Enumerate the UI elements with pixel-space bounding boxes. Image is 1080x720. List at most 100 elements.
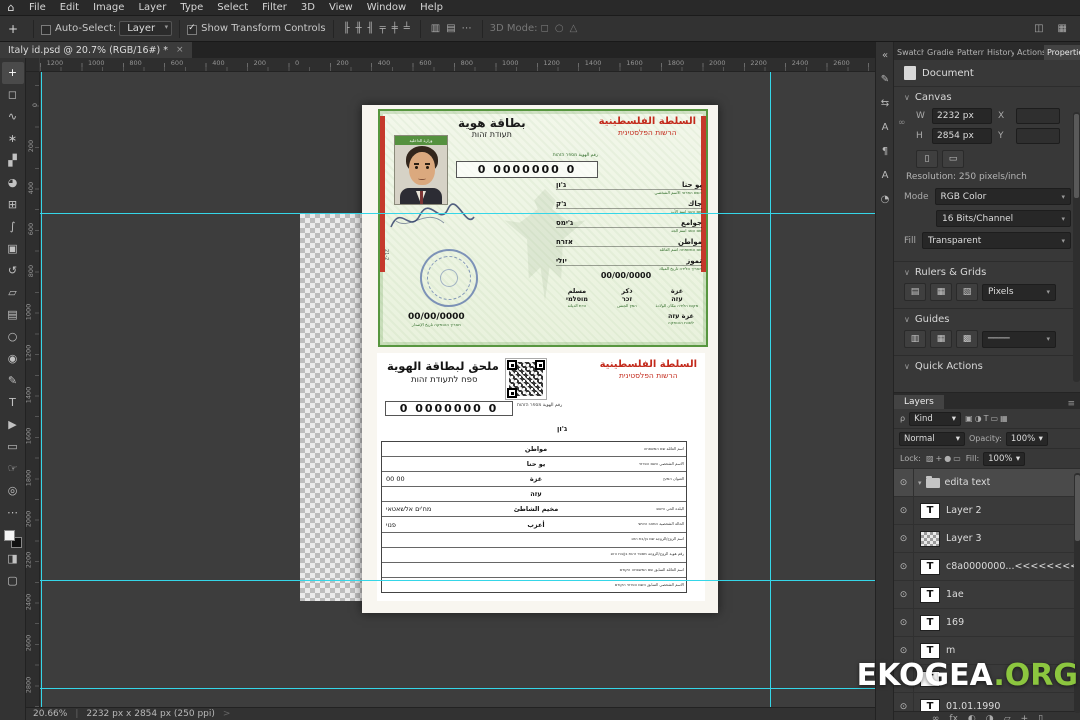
layer-visibility-eye-icon[interactable]: ⊙ [894, 469, 914, 496]
more-options-icon[interactable]: ⋯ [459, 23, 475, 34]
workspace-icon[interactable]: ▦ [1055, 23, 1070, 34]
menu-image[interactable]: Image [86, 0, 131, 15]
mode-dropdown[interactable]: RGB Color ▾ [934, 188, 1071, 205]
guide-horizontal-bottom[interactable] [40, 688, 875, 689]
layers-bottom-icon[interactable]: ◑ [986, 712, 994, 720]
layers-bottom-icon[interactable]: ∞ [932, 712, 940, 720]
distribute-icon[interactable]: ▤ [443, 23, 458, 34]
layer-visibility-eye-icon[interactable]: ⊙ [894, 581, 914, 608]
guide-vertical-left[interactable] [41, 72, 42, 707]
panel-tab-gradients[interactable]: Gradients [924, 45, 954, 60]
lock-icon[interactable]: + [935, 454, 944, 463]
menu-filter[interactable]: Filter [255, 0, 294, 15]
align-icon[interactable]: ╪ [389, 23, 401, 34]
layer-filter-icon[interactable]: ▣ [964, 414, 974, 423]
vertical-ruler[interactable]: 0 200 400 600 800 1000 1200 1400 1600 1800 2000 220… [26, 72, 40, 707]
menu-layer[interactable]: Layer [131, 0, 173, 15]
align-icon[interactable]: ╫ [353, 23, 365, 34]
canvas-section-header[interactable]: Canvas [915, 92, 952, 103]
guides-section-header[interactable]: Guides [915, 314, 950, 325]
hand-tool[interactable]: ☞ [2, 458, 24, 480]
align-icon[interactable]: ╤ [377, 23, 389, 34]
layer-filter-icon[interactable]: ▭ [990, 414, 1000, 423]
lock-icon[interactable]: ● [943, 454, 952, 463]
quick-mask-button[interactable]: ◨ [2, 548, 24, 570]
home-icon[interactable]: ⌂ [0, 1, 22, 14]
marquee-tool[interactable]: ◻ [2, 84, 24, 106]
path-selection-tool[interactable]: ▶ [2, 414, 24, 436]
height-field[interactable]: 2854 px [932, 128, 992, 144]
collapse-panels-icon[interactable]: « [876, 44, 894, 68]
zoom-level[interactable]: 20.66% [33, 709, 67, 719]
character-panel-icon[interactable]: A [876, 116, 894, 140]
menu-help[interactable]: Help [413, 0, 450, 15]
width-field[interactable]: 2232 px [932, 108, 992, 124]
ruler-corner[interactable] [26, 58, 40, 72]
layer-row[interactable]: ⊙ Tm [894, 637, 1080, 665]
menu-type[interactable]: Type [173, 0, 210, 15]
layer-row[interactable]: ⊙ Tc8a0000000...<<<<<<<<0 d [894, 553, 1080, 581]
lock-icon[interactable]: ▭ [952, 454, 962, 463]
history-panel-icon[interactable]: ◔ [876, 188, 894, 212]
layer-visibility-eye-icon[interactable]: ⊙ [894, 553, 914, 580]
edit-toolbar[interactable]: ⋯ [2, 502, 24, 524]
document-image[interactable]: السلطة الفلسطينية הרשות הפלסטינית بطاقة … [362, 105, 718, 613]
guides-icon[interactable]: ▩ [956, 330, 978, 348]
show-transform-checkbox[interactable] [187, 23, 198, 35]
layer-row[interactable]: ⊙ T 1ae [894, 581, 1080, 609]
layer-visibility-eye-icon[interactable]: ⊙ [894, 609, 914, 636]
orientation-icon[interactable]: ▭ [942, 150, 964, 168]
align-icon[interactable]: ╢ [365, 23, 377, 34]
lasso-tool[interactable]: ∿ [2, 106, 24, 128]
guide-style-dropdown[interactable]: ──── ▾ [982, 330, 1056, 348]
rulers-grids-icon[interactable]: ▤ [904, 283, 926, 301]
rulers-grids-icon[interactable]: ▦ [930, 283, 952, 301]
rulers-grids-section-header[interactable]: Rulers & Grids [915, 267, 986, 278]
brush-tool[interactable]: ∫ [2, 216, 24, 238]
healing-brush-tool[interactable]: ⊞ [2, 194, 24, 216]
move-tool[interactable]: + [1, 62, 24, 84]
menu-file[interactable]: File [22, 0, 53, 15]
layer-row[interactable]: ⊙ T Layer 2 [894, 497, 1080, 525]
layer-row[interactable]: ⊙ T [894, 665, 1080, 693]
paragraph-panel-icon[interactable]: ¶ [876, 140, 894, 164]
layer-row[interactable]: ⊙ T 169 [894, 609, 1080, 637]
history-brush-tool[interactable]: ↺ [2, 260, 24, 282]
type-tool[interactable]: T [2, 392, 24, 414]
layers-bottom-icon[interactable]: ▱ [1004, 712, 1011, 720]
layer-row[interactable]: ⊙ ▾ edita text [894, 469, 1080, 497]
eyedropper-tool[interactable]: ◕ [2, 172, 24, 194]
canvas-area[interactable]: السلطة الفلسطينية הרשות הפלסטינית بطاقة … [40, 72, 875, 707]
foreground-background-colors[interactable] [3, 530, 22, 548]
distribute-icon[interactable]: ▥ [428, 23, 443, 34]
screen-mode-button[interactable]: ▢ [2, 570, 24, 592]
layer-visibility-eye-icon[interactable]: ⊙ [894, 637, 914, 664]
align-icon[interactable]: ╧ [401, 23, 413, 34]
layer-filter-icon[interactable]: ▦ [999, 414, 1009, 423]
panel-menu-icon[interactable]: ≡ [1061, 399, 1080, 409]
guides-icon[interactable]: ▦ [930, 330, 952, 348]
gradient-tool[interactable]: ▤ [2, 304, 24, 326]
layer-filter-icon[interactable]: ◑ [974, 414, 983, 423]
guide-horizontal-top[interactable] [40, 213, 875, 214]
blur-tool[interactable]: ○ [2, 326, 24, 348]
zoom-tool[interactable]: ◎ [2, 480, 24, 502]
menu-view[interactable]: View [322, 0, 360, 15]
guide-horizontal-middle[interactable] [40, 580, 875, 581]
layers-bottom-icon[interactable]: fx [949, 712, 958, 720]
group-expand-icon[interactable]: ▾ [918, 479, 922, 487]
auto-select-dropdown[interactable]: Layer [119, 21, 173, 36]
close-tab-icon[interactable]: × [176, 45, 184, 55]
glyphs-panel-icon[interactable]: A [876, 164, 894, 188]
layer-visibility-eye-icon[interactable]: ⊙ [894, 497, 914, 524]
chevron-down-icon[interactable]: ∨ [904, 315, 910, 324]
clone-stamp-tool[interactable]: ▣ [2, 238, 24, 260]
status-arrow-icon[interactable]: > [223, 709, 231, 719]
eraser-tool[interactable]: ▱ [2, 282, 24, 304]
guide-vertical-right[interactable] [770, 72, 771, 707]
menu-window[interactable]: Window [360, 0, 413, 15]
workspace-icon[interactable]: ◫ [1031, 23, 1046, 34]
guides-icon[interactable]: ▥ [904, 330, 926, 348]
properties-scrollbar[interactable] [1073, 112, 1080, 382]
quick-selection-tool[interactable]: ∗ [2, 128, 24, 150]
